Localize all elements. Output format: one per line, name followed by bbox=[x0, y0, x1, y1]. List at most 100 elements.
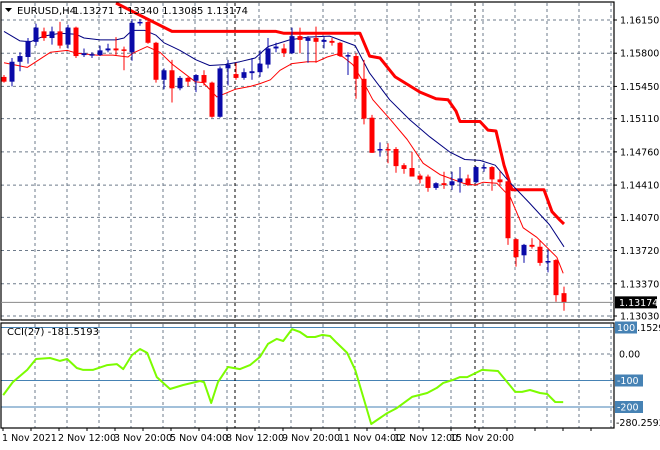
price-tick-label: 1.15110 bbox=[620, 114, 659, 125]
bull-candle-body bbox=[129, 22, 135, 53]
bear-candle-body bbox=[393, 149, 399, 167]
price-tick-label: 1.13030 bbox=[620, 312, 659, 323]
bull-candle-body bbox=[193, 75, 199, 81]
bear-candle-body bbox=[361, 78, 367, 119]
bull-candle-body bbox=[241, 72, 247, 78]
bull-candle-body bbox=[377, 149, 383, 151]
time-label: 8 Nov 12:00 bbox=[226, 433, 284, 444]
bear-candle-body bbox=[369, 117, 375, 153]
bear-candle-body bbox=[537, 246, 543, 263]
bear-candle-body bbox=[113, 48, 119, 51]
bear-candle-body bbox=[409, 168, 415, 177]
bull-candle-body bbox=[257, 63, 263, 73]
bull-candle-body bbox=[9, 61, 15, 82]
cci-title: CCI(27) -181.5193 bbox=[7, 327, 99, 338]
cci-zero-label: 0.00 bbox=[619, 350, 640, 361]
bull-candle-body bbox=[217, 68, 223, 117]
bear-candle-body bbox=[201, 75, 207, 83]
bull-candle-body bbox=[457, 178, 463, 183]
current-price-label: 1.13174 bbox=[619, 298, 658, 309]
bull-candle-body bbox=[345, 55, 351, 57]
price-tick-label: 1.13720 bbox=[620, 246, 659, 257]
bear-candle-body bbox=[209, 82, 215, 117]
bear-candle-body bbox=[1, 76, 7, 82]
cci-min-label: -280.2592 bbox=[616, 418, 660, 429]
bear-candle-body bbox=[281, 48, 287, 54]
bear-candle-body bbox=[425, 176, 431, 188]
time-label: 12 Nov 12:00 bbox=[394, 433, 458, 444]
bull-candle-body bbox=[545, 260, 551, 263]
time-label: 11 Nov 04:00 bbox=[338, 433, 402, 444]
bull-candle-body bbox=[161, 70, 167, 80]
bear-candle-body bbox=[337, 42, 343, 57]
bear-candle-body bbox=[297, 36, 303, 40]
bear-candle-body bbox=[353, 56, 359, 79]
price-tick-label: 1.16150 bbox=[620, 16, 659, 27]
bear-candle-body bbox=[121, 49, 127, 51]
bear-candle-body bbox=[329, 40, 335, 43]
bull-candle-body bbox=[25, 40, 31, 58]
time-label: 1 Nov 2021 bbox=[2, 433, 57, 444]
price-tick-label: 1.15450 bbox=[620, 82, 659, 93]
symbol-timeframe: EURUSD,H4 bbox=[17, 6, 76, 17]
bear-candle-body bbox=[233, 74, 239, 78]
bull-candle-body bbox=[177, 77, 183, 89]
price-tick-label: 1.14410 bbox=[620, 181, 659, 192]
bear-candle-body bbox=[401, 165, 407, 169]
bear-candle-body bbox=[153, 42, 159, 80]
bull-candle-body bbox=[449, 181, 455, 186]
cci-level-label: -100 bbox=[617, 376, 639, 387]
time-label: 9 Nov 20:00 bbox=[282, 433, 340, 444]
bull-candle-body bbox=[97, 50, 103, 56]
bull-candle-body bbox=[65, 27, 71, 45]
bull-candle-body bbox=[273, 46, 279, 49]
bear-candle-body bbox=[441, 183, 447, 186]
bear-candle-body bbox=[465, 178, 471, 186]
bull-candle-body bbox=[137, 21, 143, 24]
bull-candle-body bbox=[49, 31, 55, 39]
bull-candle-body bbox=[473, 167, 479, 183]
price-tick-label: 1.14760 bbox=[620, 147, 659, 158]
price-tick-label: 1.14070 bbox=[620, 213, 659, 224]
time-label: 2 Nov 12:00 bbox=[58, 433, 116, 444]
cci-level-label: 100 bbox=[617, 323, 635, 334]
bull-candle-body bbox=[105, 48, 111, 51]
bear-candle-body bbox=[553, 260, 559, 296]
cci-level-label: -200 bbox=[617, 403, 639, 414]
bull-candle-body bbox=[321, 39, 327, 42]
time-label: 5 Nov 04:00 bbox=[170, 433, 228, 444]
time-label: 15 Nov 20:00 bbox=[450, 433, 514, 444]
price-tick-label: 1.15800 bbox=[620, 49, 659, 60]
bear-candle-body bbox=[505, 181, 511, 239]
ohlc-values: 1.13271 1.13340 1.13085 1.13174 bbox=[73, 6, 248, 17]
bull-candle-body bbox=[265, 48, 271, 65]
bull-candle-body bbox=[33, 27, 39, 42]
bull-candle-body bbox=[521, 244, 527, 256]
bear-candle-body bbox=[513, 239, 519, 258]
bear-candle-body bbox=[57, 31, 63, 46]
time-label: 3 Nov 20:00 bbox=[114, 433, 172, 444]
bull-candle-body bbox=[89, 54, 95, 56]
bull-candle-body bbox=[249, 71, 255, 74]
cci-label: CCI(27) -181.5193 bbox=[7, 327, 99, 338]
bear-candle-body bbox=[169, 70, 175, 89]
bull-candle-body bbox=[481, 167, 487, 169]
chart-title: EURUSD,H4 1.13271 1.13340 1.13085 1.1317… bbox=[5, 6, 248, 17]
bull-candle-body bbox=[305, 38, 311, 41]
bull-candle-body bbox=[17, 56, 23, 62]
bull-candle-body bbox=[225, 64, 231, 69]
bull-candle-body bbox=[433, 183, 439, 188]
bear-candle-body bbox=[41, 31, 47, 39]
bear-candle-body bbox=[561, 293, 567, 303]
bear-candle-body bbox=[313, 38, 319, 42]
bear-candle-body bbox=[73, 27, 79, 57]
bear-candle-body bbox=[185, 77, 191, 82]
bear-candle-body bbox=[417, 175, 423, 180]
bear-candle-body bbox=[529, 244, 535, 247]
price-tick-label: 1.13370 bbox=[620, 279, 659, 290]
bear-candle-body bbox=[385, 149, 391, 151]
bear-candle-body bbox=[489, 167, 495, 180]
eurusd-h4-chart[interactable]: 1.16150 1.15800 1.15450 1.15110 1.14760 1.144… bbox=[0, 0, 660, 450]
bear-candle-body bbox=[497, 179, 503, 183]
bull-candle-body bbox=[289, 36, 295, 54]
